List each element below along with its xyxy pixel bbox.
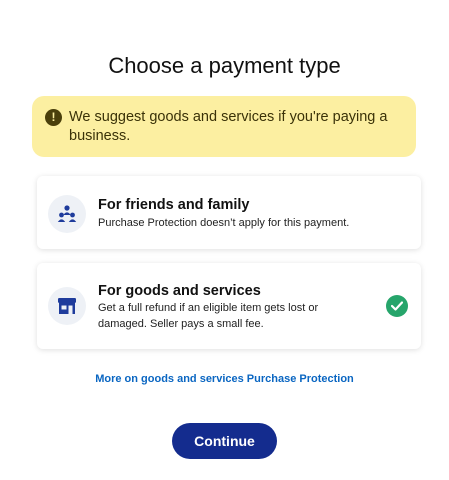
option-title: For friends and family	[98, 197, 250, 213]
people-group-icon	[48, 195, 86, 233]
option-description: Purchase Protection doesn’t apply for th…	[98, 217, 350, 229]
page-title: Choose a payment type	[108, 53, 341, 78]
option-friends-family[interactable]: For friends and family Purchase Protecti…	[37, 176, 421, 249]
option-title: For goods and services	[98, 283, 261, 299]
checkmark-circle-icon	[386, 295, 408, 317]
option-description: Get a full refund if an eligible item ge…	[98, 302, 319, 330]
continue-button[interactable]: Continue	[172, 423, 277, 459]
exclamation-circle-icon: !	[45, 109, 62, 126]
suggestion-alert: ! We suggest goods and services if you'r…	[32, 96, 416, 157]
purchase-protection-link[interactable]: More on goods and services Purchase Prot…	[0, 373, 449, 385]
option-goods-services[interactable]: For goods and services Get a full refund…	[37, 263, 421, 349]
alert-message: We suggest goods and services if you're …	[69, 109, 388, 144]
storefront-icon	[48, 287, 86, 325]
